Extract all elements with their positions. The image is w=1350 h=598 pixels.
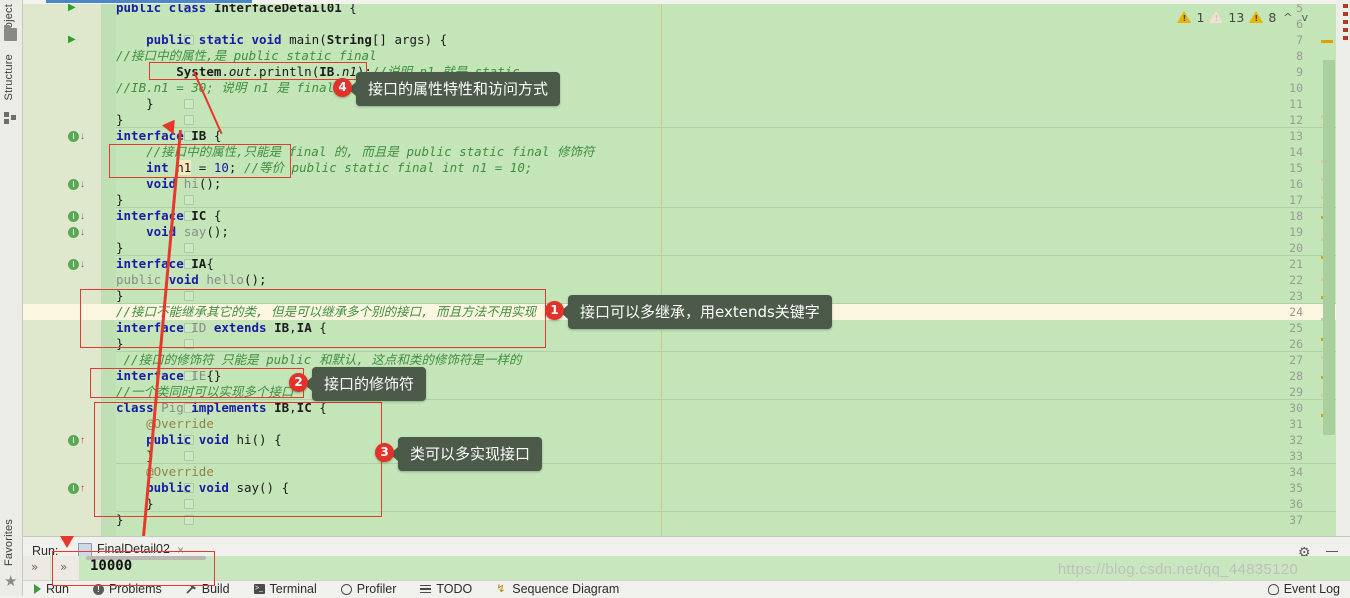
editor-scrollbar-thumb[interactable] [1323,60,1335,435]
status-button-terminal[interactable]: >_ Terminal [242,581,329,597]
annotation-box-3 [94,402,382,517]
sidebar-item-favorites[interactable]: Favorites [0,517,19,568]
code-line: void hi(); [146,176,222,191]
annotation-badge-2: 2 [289,373,308,392]
error-icon [1177,11,1192,23]
chevron-down-icon[interactable]: v [1299,11,1310,24]
inspection-widget[interactable]: 1 13 8 ^ v [1177,6,1310,28]
editor-edge-marker [1343,4,1348,8]
status-button-profiler[interactable]: Profiler [329,581,409,597]
profiler-icon [340,583,352,595]
play-icon [34,584,41,594]
weak-warning-icon [1209,11,1224,23]
code-line: interface IC { [116,208,222,223]
console-gutter-left[interactable]: » [22,556,50,580]
annotation-badge-3: 3 [375,443,394,462]
annotation-box-2 [90,368,304,398]
structure-icon [4,112,17,125]
code-line: } [116,192,124,207]
annotation-badge-4: 4 [333,78,352,97]
annotation-box-console [52,551,215,586]
watermark: https://blog.csdn.net/qq_44835120 [1057,561,1298,578]
warning-count: 8 [1268,9,1277,25]
terminal-icon: >_ [253,584,265,594]
editor-right-edge [1336,0,1350,536]
status-button-todo-label: TODO [436,582,473,596]
sequence-diagram-icon: ↯ [496,582,506,595]
implemented-by-icon[interactable]: I ↓ [68,128,90,144]
bell-icon [1267,583,1279,595]
annotation-callout-1: 接口可以多继承，用extends关键字 [560,295,832,329]
implemented-by-icon[interactable]: I ↓ [68,208,90,224]
code-line: //IB.n1 = 30; 说明 n1 是 final [116,80,335,95]
left-tool-strip: Project Structure Favorites ★ [0,0,23,596]
status-button-sequence-diagram[interactable]: ↯ Sequence Diagram [484,581,631,597]
code-line: } [116,96,154,111]
warning-icon [1249,11,1264,23]
editor-edge-marker [1343,28,1348,32]
annotation-box-1 [80,289,546,348]
console-expand-chevron-1[interactable]: » [31,560,38,574]
code-line: //接口的修饰符 只能是 public 和默认, 这点和类的修饰符是一样的 [123,352,522,367]
weak-warning-count: 13 [1228,9,1245,25]
editor-edge-marker [1343,12,1348,16]
line-number-gutter [22,0,102,536]
implements-icon[interactable]: I ↑ [68,432,90,448]
sidebar-item-favorites-label: Favorites [3,518,15,566]
minimize-icon[interactable] [1326,551,1338,552]
sidebar-item-structure[interactable]: Structure [0,52,19,102]
event-log-button[interactable]: Event Log [1267,581,1340,597]
event-log-label: Event Log [1283,582,1340,596]
status-button-sequence-diagram-label: Sequence Diagram [512,582,620,596]
implements-icon[interactable]: I ↑ [68,480,90,496]
annotation-callout-3: 类可以多实现接口 [389,437,543,471]
code-line: interface IA{ [116,256,214,271]
error-count: 1 [1196,9,1205,25]
status-button-todo[interactable]: TODO [408,581,484,597]
status-bar: Run ! Problems Build >_ Terminal Profile… [22,580,1350,597]
active-tab-underline [46,0,252,3]
status-button-profiler-label: Profiler [356,582,397,596]
annotation-box-n1 [109,144,291,178]
star-icon: ★ [4,573,18,590]
stripe-warning-mark[interactable] [1321,40,1333,43]
implemented-by-icon[interactable]: I ↓ [68,176,90,192]
editor-edge-marker [1343,20,1348,24]
annotation-callout-2: 接口的修饰符 [303,367,427,401]
annotation-box-4 [149,62,367,80]
code-line: } [116,112,124,127]
sidebar-item-structure-label: Structure [3,54,15,101]
pointer-arrowhead-runtab [60,536,74,548]
code-editor[interactable]: 5678910111213I↓141516I↓1718I↓19I↓2021I↓2… [22,0,1350,536]
chevron-up-icon[interactable]: ^ [1281,11,1294,24]
annotation-badge-1: 1 [545,301,564,320]
annotation-callout-4: 接口的属性特性和访问方式 [347,72,561,106]
editor-edge-marker [1343,36,1348,40]
implemented-by-icon[interactable]: I ↓ [68,256,90,272]
run-gutter-icon[interactable] [68,32,79,48]
code-line: } [116,240,124,255]
code-line: public void hello(); [116,272,267,287]
implemented-by-icon[interactable]: I ↓ [68,224,90,240]
todo-icon [420,584,432,594]
code-line: public static void main(String[] args) { [146,32,448,47]
project-folder-icon [4,25,17,41]
status-button-terminal-label: Terminal [269,582,317,596]
